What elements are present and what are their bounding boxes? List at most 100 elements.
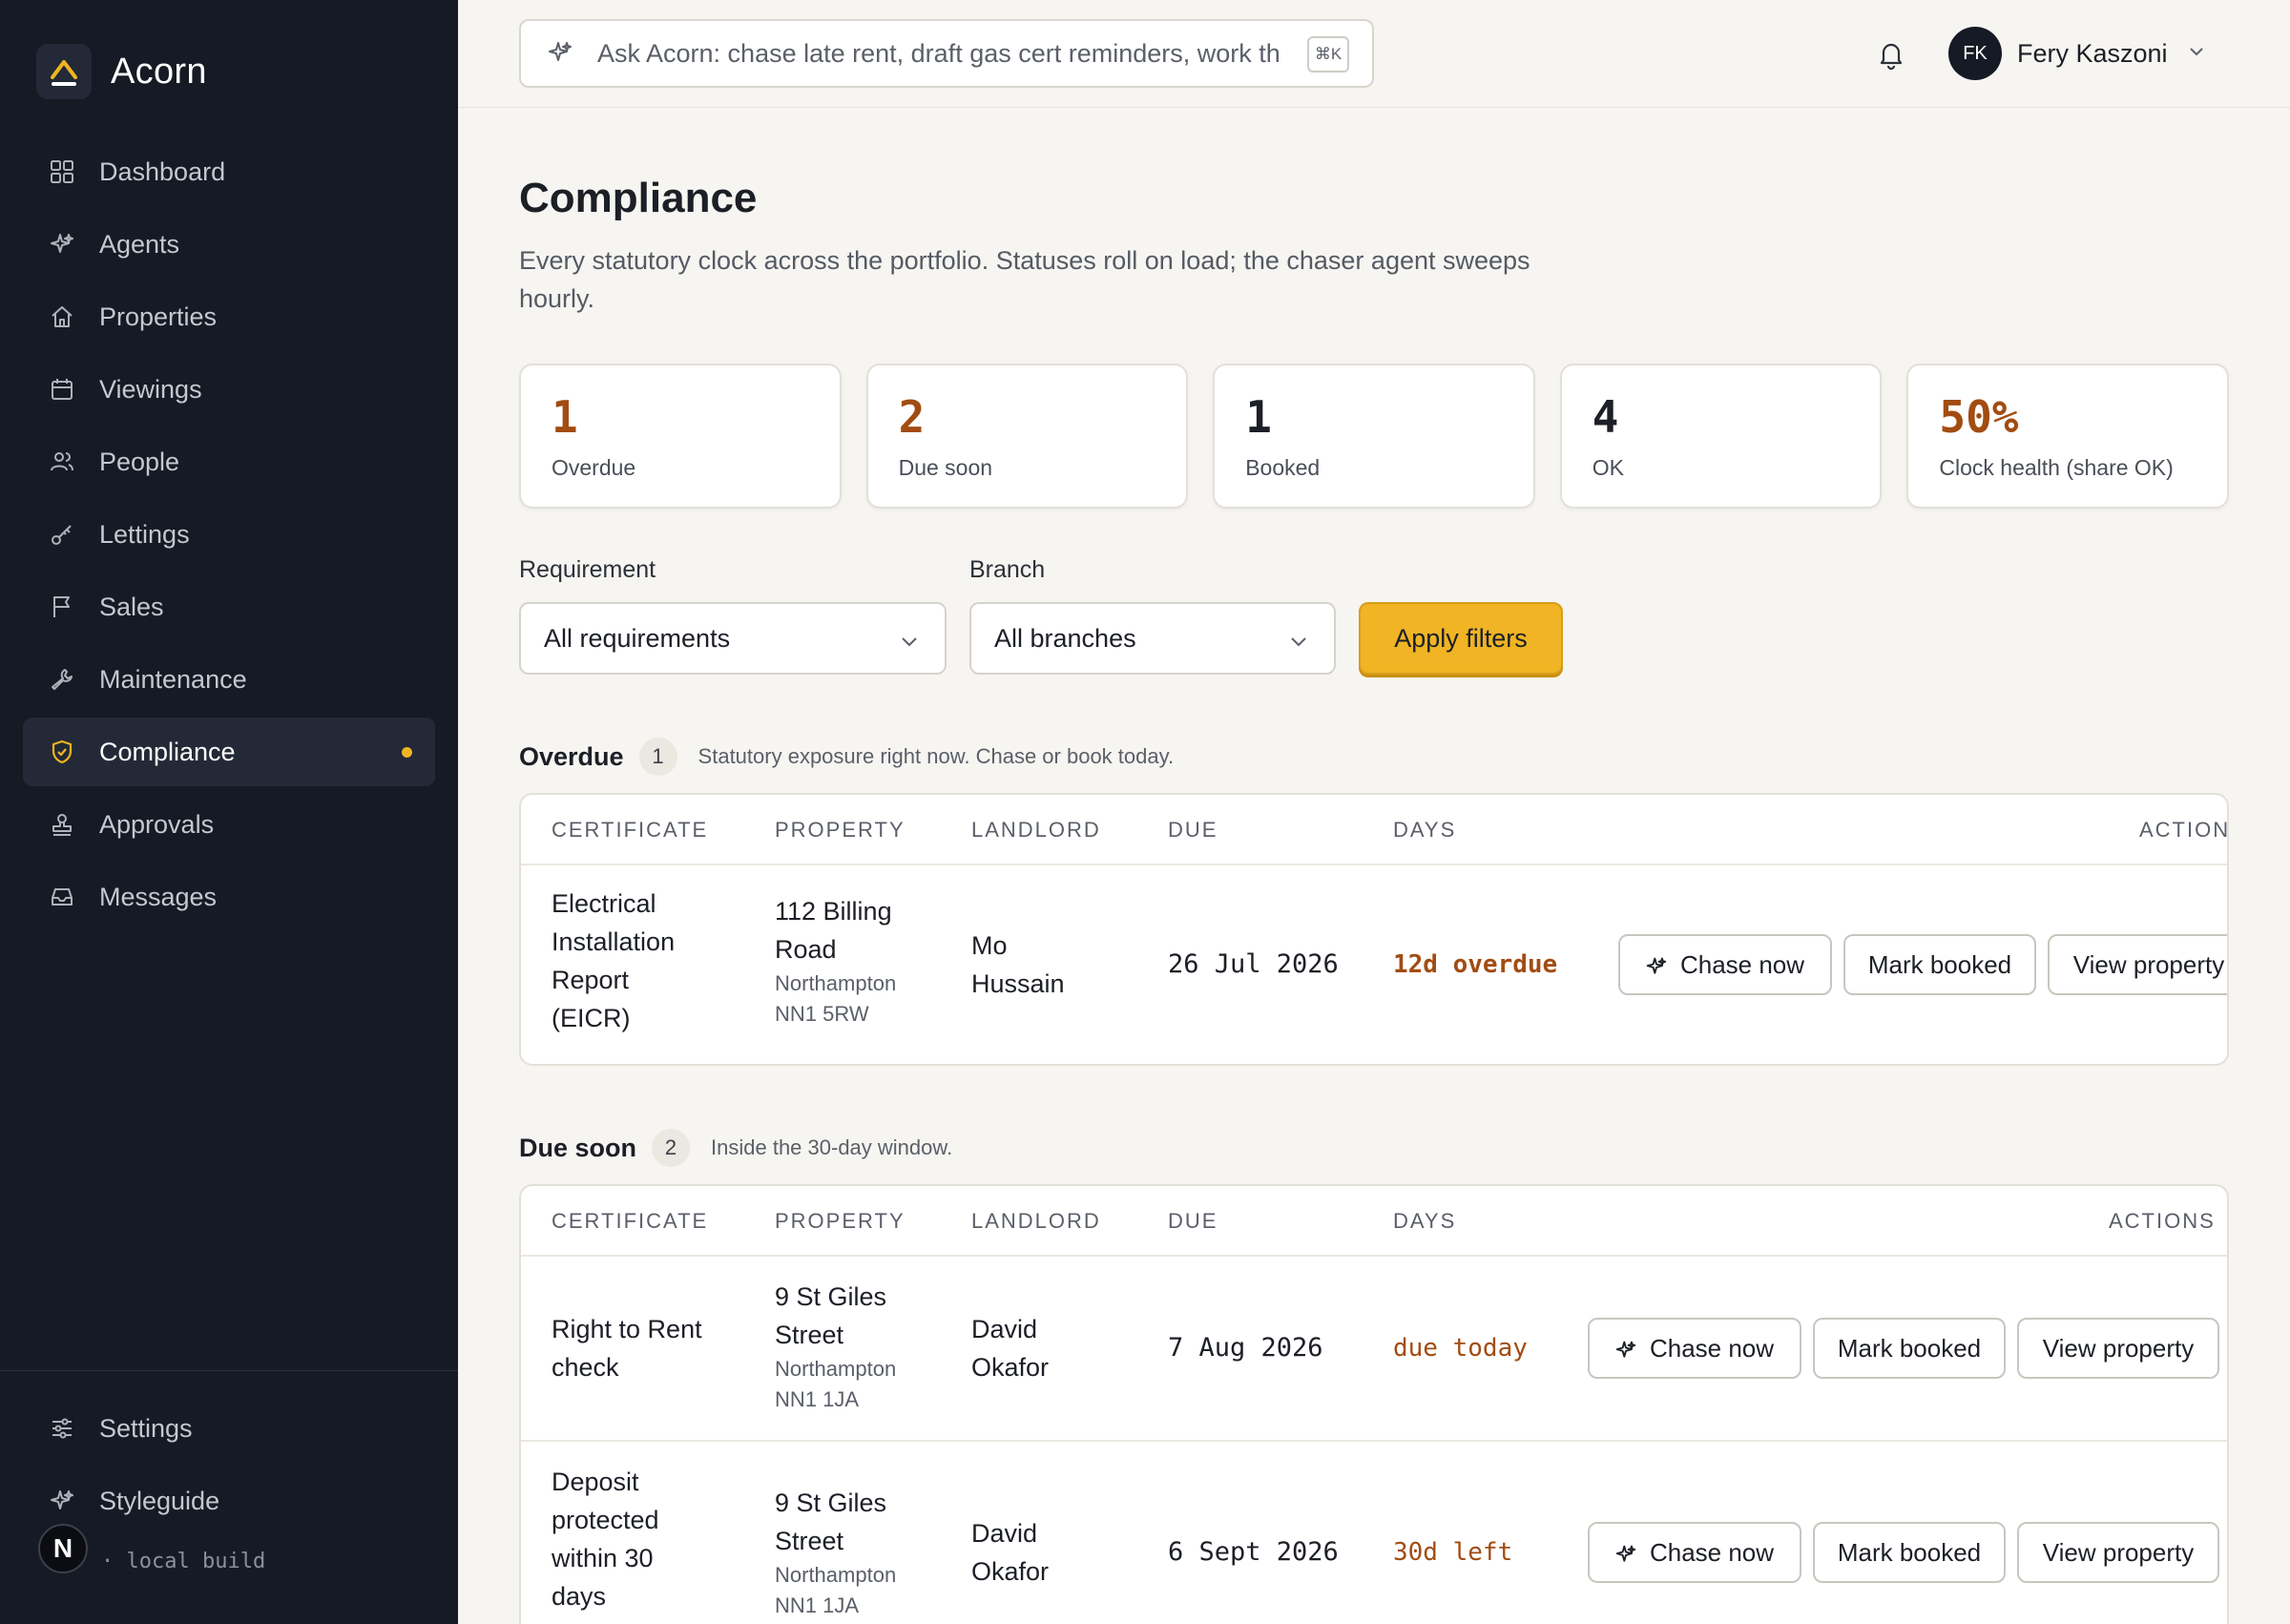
shortcut-hint: ⌘K	[1307, 36, 1349, 73]
chevron-down-icon	[899, 629, 920, 658]
mark-booked-button[interactable]: Mark booked	[1813, 1318, 2006, 1379]
chase-now-button[interactable]: Chase now	[1588, 1522, 1801, 1583]
stat-card-due-soon[interactable]: 2 Due soon	[865, 364, 1189, 509]
nav-label: Properties	[99, 302, 218, 331]
nav-item-sales[interactable]: Sales	[23, 573, 435, 641]
stat-card-overdue[interactable]: 1 Overdue	[519, 364, 842, 509]
sparkle-icon	[1615, 1542, 1636, 1563]
button-label: Chase now	[1679, 949, 1805, 979]
wrench-icon	[48, 665, 76, 694]
table-row[interactable]: Electrical Installation Report (EICR) 11…	[521, 865, 2227, 1064]
certificate-cell: Electrical Installation Report (EICR)	[552, 885, 675, 1037]
stamp-icon	[48, 810, 76, 839]
shield-icon	[48, 738, 76, 766]
nav-item-messages[interactable]: Messages	[23, 863, 435, 931]
column-header-landlord: LANDLORD	[971, 818, 1101, 842]
stat-label: OK	[1592, 455, 1625, 480]
section-count-badge: 2	[652, 1129, 691, 1167]
postal-line: NN1 1JA	[775, 1593, 860, 1617]
property-cell: 9 St Giles Street Northampton NN1 1JA	[775, 1484, 896, 1621]
user-menu[interactable]: FK Fery Kaszoni	[1948, 27, 2206, 80]
view-property-button[interactable]: View property	[2017, 1522, 2219, 1583]
section-description: Inside the 30-day window.	[711, 1135, 953, 1159]
nav-item-lettings[interactable]: Lettings	[23, 500, 435, 569]
postal-line: NN1 1JA	[775, 1387, 860, 1411]
chevron-down-icon	[1288, 629, 1309, 658]
sparkle-icon	[48, 1487, 76, 1515]
property-line: 9 St Giles	[775, 1489, 887, 1517]
branch-label: Branch	[969, 556, 1046, 583]
chase-now-button[interactable]: Chase now	[1618, 934, 1832, 995]
certificate-line: Deposit	[552, 1468, 639, 1496]
landlord-line: Mo	[971, 931, 1008, 960]
calendar-icon	[48, 375, 76, 404]
branch-select[interactable]: All branches	[969, 602, 1336, 675]
stat-label: Clock health (share OK)	[1939, 455, 2174, 480]
column-header-landlord: LANDLORD	[971, 1209, 1101, 1233]
acorn-logo-icon	[36, 44, 92, 99]
search-input[interactable]: Ask Acorn: chase late rent, draft gas ce…	[519, 19, 1374, 88]
sparkle-icon	[48, 230, 76, 259]
sliders-icon	[48, 1414, 76, 1443]
nav-label: Dashboard	[99, 156, 226, 186]
nav-label: Sales	[99, 592, 164, 621]
stat-value: 50%	[1939, 391, 2019, 443]
nav-label: Maintenance	[99, 664, 247, 694]
certificate-line: Electrical	[552, 889, 656, 918]
nav-item-compliance[interactable]: Compliance	[23, 718, 435, 786]
sidebar: Acorn Dashboard Agents Properties Viewin…	[0, 0, 458, 1624]
stat-card-clock-health[interactable]: 50% Clock health (share OK)	[1906, 364, 2229, 509]
mark-booked-button[interactable]: Mark booked	[1813, 1522, 2006, 1583]
bell-icon[interactable]	[1875, 38, 1907, 71]
search-placeholder: Ask Acorn: chase late rent, draft gas ce…	[597, 38, 1280, 68]
landlord-line: David	[971, 1315, 1038, 1343]
nav-label: Compliance	[99, 737, 236, 766]
nav-item-dashboard[interactable]: Dashboard	[23, 137, 435, 206]
column-header-action: ACTION	[2139, 818, 2229, 842]
nav-item-properties[interactable]: Properties	[23, 282, 435, 351]
nav-item-settings[interactable]: Settings	[23, 1394, 435, 1463]
nav-item-maintenance[interactable]: Maintenance	[23, 645, 435, 714]
days-status: 12d overdue	[1393, 950, 1558, 979]
dev-badge[interactable]: N	[38, 1523, 88, 1573]
stat-label: Booked	[1245, 455, 1321, 480]
stat-label: Overdue	[552, 455, 636, 480]
view-property-button[interactable]: View property	[2048, 934, 2227, 995]
section-count-badge: 1	[638, 738, 677, 776]
mark-booked-button[interactable]: Mark booked	[1843, 934, 2036, 995]
nav-item-agents[interactable]: Agents	[23, 210, 435, 279]
apply-filters-button[interactable]: Apply filters	[1359, 602, 1563, 675]
view-property-button[interactable]: View property	[2017, 1318, 2219, 1379]
nav-item-people[interactable]: People	[23, 427, 435, 496]
brand[interactable]: Acorn	[36, 44, 207, 99]
section-title: Overdue	[519, 741, 624, 771]
active-indicator-dot	[402, 747, 412, 758]
grid-icon	[48, 157, 76, 186]
table-row[interactable]: Deposit protected within 30 days 9 St Gi…	[521, 1442, 2227, 1624]
section-title: Due soon	[519, 1133, 637, 1162]
stat-label: Due soon	[898, 455, 993, 480]
nav-item-viewings[interactable]: Viewings	[23, 355, 435, 424]
nav-label: Viewings	[99, 374, 202, 404]
stats-row: 1 Overdue 2 Due soon 1 Booked 4 OK 50% C…	[519, 364, 2229, 509]
property-cell: 9 St Giles Street Northampton NN1 1JA	[775, 1278, 896, 1415]
property-cell: 112 Billing Road Northampton NN1 5RW	[775, 892, 896, 1030]
nav-label: Settings	[99, 1413, 193, 1443]
table-row[interactable]: Right to Rent check 9 St Giles Street No…	[521, 1257, 2227, 1442]
chevron-down-icon	[2187, 42, 2206, 66]
requirement-select[interactable]: All requirements	[519, 602, 947, 675]
property-line: Road	[775, 935, 837, 964]
stat-card-booked[interactable]: 1 Booked	[1213, 364, 1535, 509]
due-soon-section-header: Due soon 2 Inside the 30-day window.	[519, 1129, 952, 1167]
stat-value: 1	[1245, 391, 1272, 443]
stat-card-ok[interactable]: 4 OK	[1559, 364, 1883, 509]
certificate-line: (EICR)	[552, 1004, 631, 1032]
home-icon	[48, 302, 76, 331]
nav-item-approvals[interactable]: Approvals	[23, 790, 435, 859]
due-soon-table: CERTIFICATE PROPERTY LANDLORD DUE DAYS A…	[519, 1184, 2229, 1624]
days-status: 30d left	[1393, 1538, 1513, 1567]
landlord-line: David	[971, 1519, 1038, 1548]
sparkle-icon	[1615, 1338, 1636, 1359]
property-line: Street	[775, 1321, 844, 1349]
chase-now-button[interactable]: Chase now	[1588, 1318, 1801, 1379]
